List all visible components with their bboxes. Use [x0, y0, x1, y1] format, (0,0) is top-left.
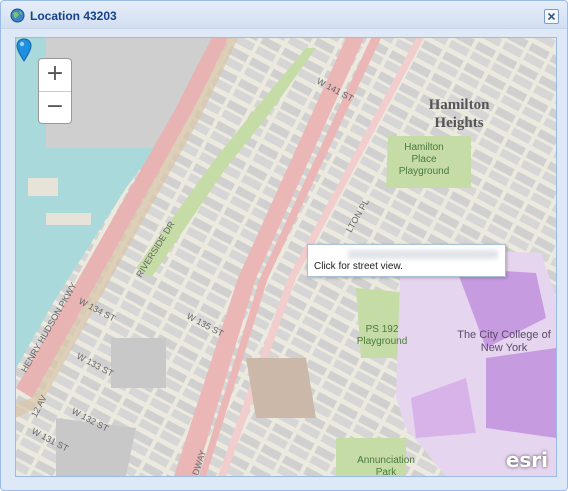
zoom-out-button[interactable]: −: [39, 91, 71, 123]
ccny-label-1: The City College of: [457, 329, 551, 341]
ps192-label-2: Playground: [357, 336, 408, 347]
hamilton-place-label-2: Place: [411, 154, 436, 165]
ccny-label-2: New York: [481, 342, 528, 354]
annunciation-label-1: Annunciation: [357, 455, 415, 466]
esri-logo[interactable]: esri: [506, 448, 548, 472]
window-title: Location 43203: [30, 9, 117, 23]
location-pin-icon[interactable]: [16, 38, 32, 62]
street-view-popup[interactable]: Click for street view.: [307, 244, 506, 277]
neighborhood-label-2: Heights: [434, 115, 483, 131]
location-window: Location 43203 W 141 ST RIVERSIDE DR HEN…: [0, 0, 568, 491]
zoom-in-button[interactable]: +: [39, 59, 71, 91]
zoom-control: + −: [38, 58, 72, 124]
annunciation-label-2: Park: [376, 467, 398, 476]
neighborhood-label-1: Hamilton: [429, 97, 490, 113]
close-icon: [547, 12, 556, 21]
redacted-address: [348, 250, 498, 259]
globe-icon: [10, 8, 25, 23]
street-view-text: Click for street view.: [314, 261, 403, 272]
hamilton-place-label-1: Hamilton: [404, 142, 443, 153]
window-titlebar[interactable]: Location 43203: [1, 1, 567, 29]
map-view[interactable]: W 141 ST RIVERSIDE DR HENRY HUDSON PKWY …: [15, 37, 557, 477]
hamilton-place-label-3: Playground: [399, 166, 450, 177]
close-button[interactable]: [544, 9, 559, 24]
ps192-label-1: PS 192: [366, 324, 399, 335]
